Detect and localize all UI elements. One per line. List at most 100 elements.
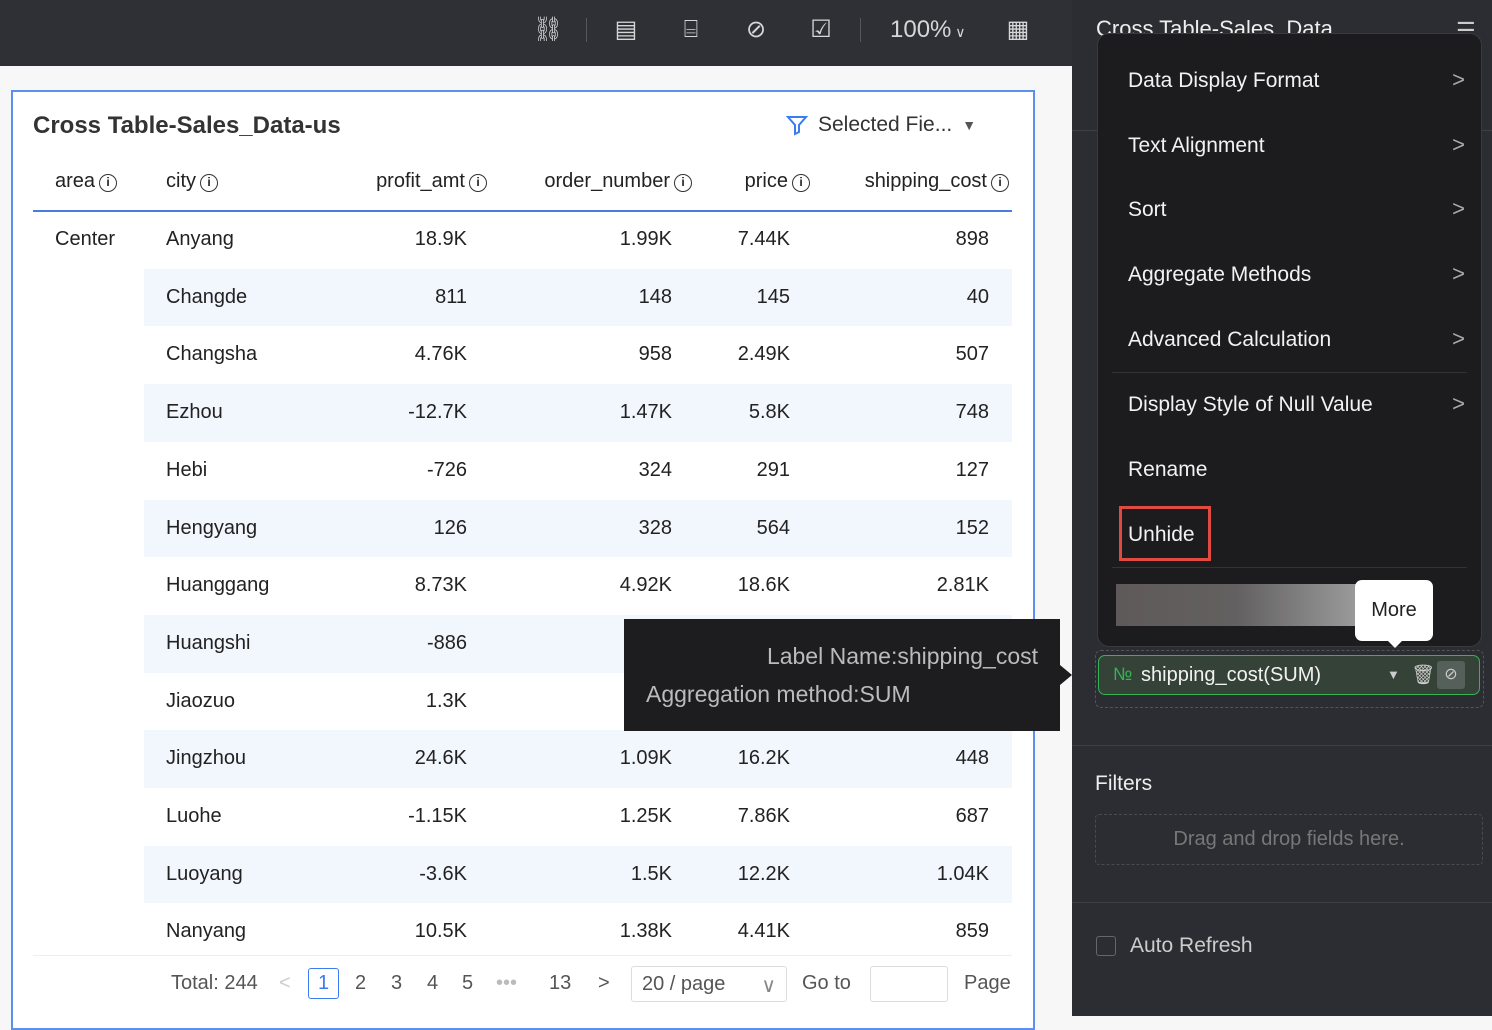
- menu-item-sort[interactable]: Sort >: [1098, 196, 1481, 232]
- table-row[interactable]: Hebi -726 324 291 127: [33, 442, 1012, 500]
- page-13[interactable]: 13: [549, 972, 571, 995]
- divider: [586, 18, 587, 42]
- auto-refresh-checkbox[interactable]: [1096, 936, 1116, 956]
- chevron-right-icon: >: [1452, 67, 1465, 92]
- column-header-area[interactable]: area i: [55, 170, 118, 193]
- page-label: Page: [964, 972, 1011, 994]
- hide-view-icon[interactable]: ⊘: [740, 14, 772, 46]
- brush-icon[interactable]: ⌸: [675, 14, 707, 46]
- cell-price: 7.86K: [737, 805, 790, 827]
- chevron-right-icon: >: [1452, 132, 1465, 157]
- cell-profit_amt: -886: [426, 631, 467, 654]
- filter-icon: [786, 116, 808, 136]
- checklist-icon[interactable]: ☑: [805, 14, 837, 46]
- cell-order_number: 328: [638, 516, 672, 539]
- prev-page-icon[interactable]: <: [279, 972, 291, 995]
- column-header-profit_amt[interactable]: profit_amt i: [376, 170, 487, 193]
- info-icon[interactable]: i: [469, 174, 487, 192]
- cell-price: 564: [756, 516, 790, 539]
- cell-shipping_cost: 2.81K: [936, 574, 989, 597]
- table-row[interactable]: Huanggang 8.73K 4.92K 18.6K 2.81K: [33, 557, 1012, 615]
- cell-price: 145: [756, 285, 790, 308]
- filter-dropzone[interactable]: Drag and drop fields here.: [1095, 814, 1483, 865]
- table-row[interactable]: Hengyang 126 328 564 152: [33, 499, 1012, 558]
- field-pill-shipping-cost[interactable]: № shipping_cost(SUM) ▼ 🗑 ⊘: [1098, 655, 1480, 695]
- page-3[interactable]: 3: [391, 972, 402, 995]
- table-row[interactable]: Luoyang -3.6K 1.5K 12.2K 1.04K: [33, 845, 1012, 904]
- column-header-city[interactable]: city i: [166, 170, 218, 193]
- highlight-box: [1119, 506, 1211, 561]
- table-row[interactable]: Ezhou -12.7K 1.47K 5.8K 748: [33, 384, 1012, 442]
- menu-item-aggregate-methods[interactable]: Aggregate Methods >: [1098, 261, 1481, 297]
- page-ellipsis[interactable]: •••: [496, 972, 517, 995]
- table-row[interactable]: Jingzhou 24.6K 1.09K 16.2K 448: [33, 730, 1012, 788]
- selected-fields-dropdown[interactable]: Selected Fie... ▼: [786, 113, 976, 137]
- page-4[interactable]: 4: [427, 972, 438, 995]
- cell-shipping_cost: 687: [955, 805, 989, 827]
- info-icon[interactable]: i: [991, 174, 1009, 192]
- column-header-order_number[interactable]: order_number i: [544, 170, 692, 193]
- info-icon[interactable]: i: [99, 174, 118, 192]
- cell-order_number: 1.99K: [619, 228, 672, 250]
- menu-item-advanced-calculation[interactable]: Advanced Calculation >: [1098, 326, 1481, 362]
- menu-item-label: Display Style of Null Value: [1128, 393, 1373, 416]
- next-page-icon[interactable]: >: [598, 972, 610, 995]
- column-header-shipping_cost[interactable]: shipping_cost i: [865, 170, 1009, 193]
- info-icon[interactable]: i: [200, 174, 218, 192]
- info-icon[interactable]: i: [792, 174, 810, 192]
- menu-divider: [1112, 567, 1467, 568]
- cell-city: Hebi: [166, 458, 208, 481]
- tooltip-label-name: Label Name:shipping_cost: [766, 643, 1038, 669]
- header-label: price: [744, 170, 788, 192]
- report-icon[interactable]: ▤: [610, 14, 642, 46]
- zoom-dropdown[interactable]: 100% ∨: [890, 16, 966, 44]
- cell-order_number: 1.09K: [619, 747, 672, 770]
- chevron-right-icon: >: [1452, 196, 1465, 221]
- table-row[interactable]: Center Anyang 18.9K 1.99K 7.44K 898: [33, 211, 1012, 269]
- auto-refresh[interactable]: Auto Refresh: [1096, 934, 1253, 958]
- cell-profit_amt: -3.6K: [419, 862, 467, 885]
- cell-shipping_cost: 40: [966, 285, 989, 308]
- cell-city: Huanggang: [166, 574, 270, 597]
- goto-label: Go to: [802, 972, 851, 994]
- cell-shipping_cost: 1.04K: [936, 862, 989, 885]
- menu-item-rename[interactable]: Rename: [1098, 458, 1481, 492]
- link-filter-icon[interactable]: ⛓: [532, 14, 564, 46]
- caret-down-icon[interactable]: ▼: [1387, 667, 1400, 682]
- cell-shipping_cost: 448: [955, 747, 989, 770]
- menu-item-data-display-format[interactable]: Data Display Format >: [1098, 67, 1481, 103]
- cell-city: Hengyang: [166, 516, 258, 539]
- cell-price: 4.41K: [737, 920, 790, 943]
- total-count: Total: 244: [171, 972, 258, 994]
- cell-order_number: 4.92K: [619, 574, 672, 597]
- cell-shipping_cost: 898: [955, 228, 989, 250]
- hide-eye-icon[interactable]: ⊘: [1437, 661, 1465, 689]
- menu-item-label: Advanced Calculation: [1128, 328, 1332, 351]
- cell-city: Ezhou: [166, 401, 223, 424]
- field-name: shipping_cost(SUM): [1141, 664, 1322, 686]
- goto-page-input[interactable]: [870, 966, 948, 1002]
- menu-item-label: Data Display Format: [1128, 69, 1320, 92]
- menu-item-text-alignment[interactable]: Text Alignment >: [1098, 132, 1481, 168]
- page-5[interactable]: 5: [462, 972, 473, 995]
- menu-item-display-style-of-null-value[interactable]: Display Style of Null Value >: [1098, 391, 1481, 427]
- cell-profit_amt: 126: [433, 516, 467, 539]
- table-icon[interactable]: ▦: [1002, 14, 1034, 46]
- cell-profit_amt: -726: [426, 458, 467, 481]
- table-row[interactable]: Nanyang 10.5K 1.38K 4.41K 859: [33, 903, 1012, 961]
- chevron-right-icon: >: [1452, 326, 1465, 351]
- cell-shipping_cost: 507: [955, 343, 989, 366]
- page-2[interactable]: 2: [355, 972, 366, 995]
- number-type-icon: №: [1113, 664, 1133, 684]
- header-label: area: [55, 170, 96, 192]
- page-1[interactable]: 1: [308, 968, 340, 999]
- table-row[interactable]: Luohe -1.15K 1.25K 7.86K 687: [33, 788, 1012, 846]
- info-icon[interactable]: i: [674, 174, 692, 192]
- cell-profit_amt: -1.15K: [408, 805, 467, 827]
- table-row[interactable]: Changsha 4.76K 958 2.49K 507: [33, 326, 1012, 384]
- column-header-price[interactable]: price i: [745, 170, 810, 193]
- table-row[interactable]: Changde 811 148 145 40: [33, 268, 1012, 327]
- page-size-select[interactable]: 20 / page ∨: [631, 966, 787, 1002]
- trash-icon[interactable]: 🗑: [1411, 663, 1435, 687]
- blurred-item: [1116, 584, 1356, 626]
